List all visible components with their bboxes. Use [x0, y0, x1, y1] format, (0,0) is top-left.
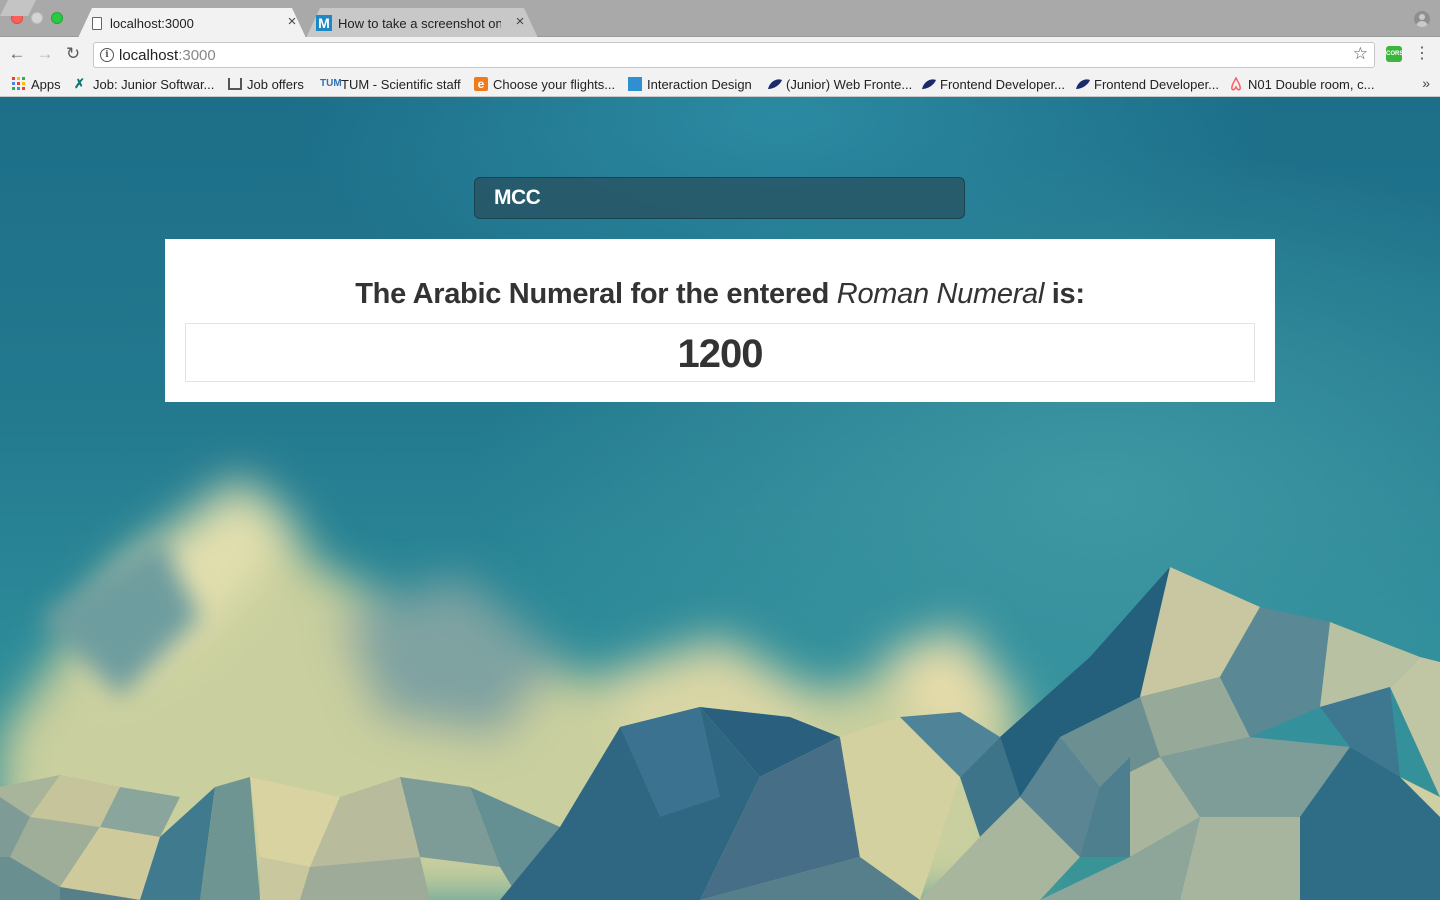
browser-toolbar: ← → ↻ i localhost:3000 ☆ CORS ⋮: [0, 37, 1440, 72]
tab-title: How to take a screenshot on M: [338, 16, 501, 31]
bookmarks-overflow-icon[interactable]: »: [1422, 75, 1430, 91]
roman-numeral-input[interactable]: [474, 177, 965, 219]
arabic-numeral-result: 1200: [677, 332, 764, 376]
apps-grid-icon: [12, 77, 26, 91]
job-site-icon: [767, 77, 782, 91]
bookmark-web-frontend[interactable]: (Junior) Web Fronte...: [767, 75, 912, 93]
reload-icon[interactable]: ↻: [62, 43, 84, 65]
result-heading: The Arabic Numeral for the entered Roman…: [355, 278, 1085, 310]
medium-m-icon: M: [316, 15, 332, 31]
minimize-window-button[interactable]: [31, 12, 43, 24]
new-tab-button[interactable]: [0, 0, 36, 16]
back-arrow-icon[interactable]: ←: [6, 43, 28, 65]
bookmarks-bar: Apps ✗ Job: Junior Softwar... Job offers…: [0, 72, 1440, 97]
info-icon[interactable]: i: [100, 48, 114, 62]
xing-icon: ✗: [74, 76, 85, 91]
airbnb-icon: [1229, 76, 1243, 91]
bookmark-tum[interactable]: TUM TUM - Scientific staff: [320, 75, 461, 93]
bookmark-xing-job[interactable]: ✗ Job: Junior Softwar...: [74, 75, 214, 93]
job-site-icon: [1075, 77, 1090, 91]
browser-chrome: localhost:3000 × M How to take a screens…: [0, 0, 1440, 97]
result-box: 1200: [185, 323, 1255, 382]
page-content: The Arabic Numeral for the entered Roman…: [0, 97, 1440, 900]
tab-screenshot-article[interactable]: M How to take a screenshot on M ×: [306, 8, 538, 38]
profile-icon[interactable]: [1414, 11, 1430, 27]
tum-icon: TUM: [320, 78, 342, 89]
page-icon: [92, 17, 102, 30]
bookmark-airbnb[interactable]: N01 Double room, c...: [1229, 75, 1374, 93]
bookmark-job-offers[interactable]: Job offers: [228, 75, 304, 93]
tab-close-icon[interactable]: ×: [285, 13, 299, 31]
tab-strip: localhost:3000 × M How to take a screens…: [0, 0, 1440, 37]
maximize-window-button[interactable]: [51, 12, 63, 24]
cors-extension-icon[interactable]: CORS: [1386, 46, 1403, 62]
bookmark-frontend-developer-2[interactable]: Frontend Developer...: [1075, 75, 1219, 93]
bookmark-edreams[interactable]: e Choose your flights...: [474, 75, 615, 93]
interaction-design-icon: [628, 77, 642, 91]
edreams-icon: e: [474, 77, 488, 91]
tab-title: localhost:3000: [110, 16, 194, 31]
job-site-icon: [921, 77, 936, 91]
bookmark-frontend-developer-1[interactable]: Frontend Developer...: [921, 75, 1065, 93]
tab-close-icon[interactable]: ×: [513, 13, 527, 31]
address-bar[interactable]: i localhost:3000 ☆: [93, 42, 1375, 68]
bookmark-star-icon[interactable]: ☆: [1353, 44, 1368, 64]
forward-arrow-icon[interactable]: →: [34, 43, 56, 65]
url-text[interactable]: localhost:3000: [119, 47, 216, 64]
bookmark-interaction-design[interactable]: Interaction Design: [628, 75, 752, 93]
more-menu-icon[interactable]: ⋮: [1414, 45, 1430, 65]
result-card: The Arabic Numeral for the entered Roman…: [165, 239, 1275, 402]
tab-localhost[interactable]: localhost:3000 ×: [78, 8, 306, 38]
stackoverflow-icon: [228, 78, 242, 90]
bookmark-apps[interactable]: Apps: [12, 75, 61, 93]
